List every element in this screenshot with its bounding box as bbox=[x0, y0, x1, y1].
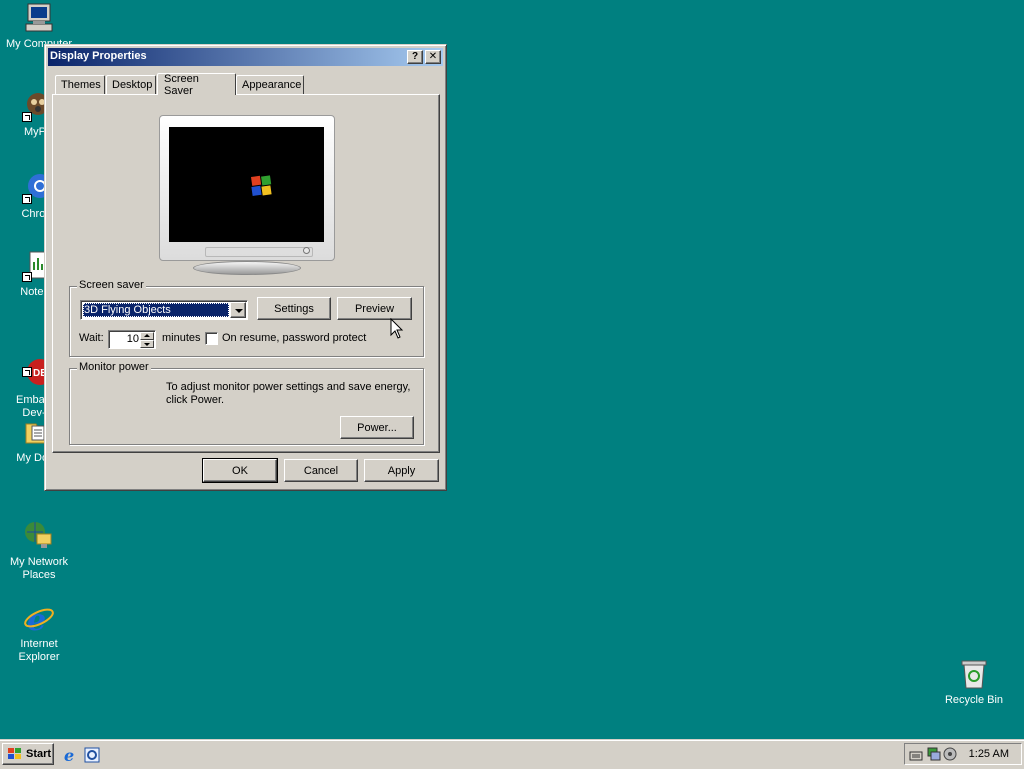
chevron-down-icon[interactable] bbox=[230, 302, 246, 318]
start-label: Start bbox=[26, 748, 52, 760]
screen-saver-group: Screen saver 3D Flying Objects Settings … bbox=[69, 279, 424, 357]
windows-logo-icon bbox=[8, 748, 21, 759]
password-protect-label[interactable]: On resume, password protect bbox=[222, 332, 366, 344]
spin-down-icon[interactable] bbox=[140, 340, 154, 348]
preview-screen bbox=[169, 127, 324, 242]
keyboard-icon[interactable] bbox=[909, 748, 923, 762]
system-tray: 1:25 AM bbox=[904, 743, 1022, 765]
svg-text:e: e bbox=[27, 603, 46, 634]
screen-saver-panel: Screen saver 3D Flying Objects Settings … bbox=[52, 94, 440, 453]
minutes-label: minutes bbox=[162, 332, 201, 344]
shortcut-arrow-icon bbox=[22, 272, 32, 282]
apply-button[interactable]: Apply bbox=[364, 459, 439, 482]
desktop-icon-label: Recycle Bin bbox=[944, 694, 1004, 706]
network-status-icon[interactable] bbox=[927, 747, 941, 761]
spin-up-icon[interactable] bbox=[140, 332, 154, 340]
monitor-stand bbox=[193, 261, 301, 275]
dialog-title: Display Properties bbox=[50, 50, 147, 62]
windows-flag-icon bbox=[251, 175, 272, 196]
wait-value: 10 bbox=[126, 333, 139, 345]
start-button[interactable]: Start bbox=[2, 743, 54, 765]
shortcut-arrow-icon bbox=[22, 112, 32, 122]
settings-button[interactable]: Settings bbox=[257, 297, 331, 320]
shortcut-arrow-icon bbox=[22, 367, 32, 377]
tab-screen-saver[interactable]: Screen Saver bbox=[157, 73, 236, 97]
cancel-button[interactable]: Cancel bbox=[284, 459, 358, 482]
title-bar[interactable]: Display Properties ? ✕ bbox=[48, 48, 443, 66]
screen-saver-select[interactable]: 3D Flying Objects bbox=[80, 300, 248, 320]
monitor-bezel bbox=[205, 247, 313, 257]
desktop-icon-recycle-bin[interactable]: Recycle Bin bbox=[936, 658, 1012, 707]
power-button[interactable]: Power... bbox=[340, 416, 414, 439]
recycle-bin-icon bbox=[958, 658, 990, 690]
password-protect-checkbox[interactable] bbox=[205, 332, 218, 345]
help-button[interactable]: ? bbox=[407, 50, 423, 64]
svg-text:e: e bbox=[64, 746, 74, 764]
monitor-power-group-label: Monitor power bbox=[77, 361, 151, 373]
taskbar-clock[interactable]: 1:25 AM bbox=[969, 748, 1009, 760]
taskbar: Start e 1:25 AM bbox=[0, 739, 1024, 769]
preview-button[interactable]: Preview bbox=[337, 297, 412, 320]
quicklaunch-internet-explorer-icon[interactable]: e bbox=[62, 746, 80, 764]
network-places-icon bbox=[23, 507, 55, 548]
monitor-power-description: To adjust monitor power settings and sav… bbox=[166, 381, 411, 406]
shortcut-arrow-icon bbox=[22, 194, 32, 204]
screen-saver-group-label: Screen saver bbox=[77, 279, 146, 291]
internet-explorer-icon: e bbox=[23, 589, 55, 638]
power-led-icon bbox=[303, 247, 310, 254]
tab-appearance[interactable]: Appearance bbox=[236, 75, 304, 94]
monitor-preview bbox=[159, 115, 335, 275]
monitor-power-group: Monitor power To adjust monitor power se… bbox=[69, 361, 424, 445]
computer-icon bbox=[23, 2, 55, 34]
mouse-pointer-icon bbox=[390, 318, 404, 339]
close-button[interactable]: ✕ bbox=[425, 50, 441, 64]
desktop-icon-label: Internet Explorer bbox=[18, 638, 60, 663]
tab-desktop[interactable]: Desktop bbox=[106, 75, 156, 94]
wait-label: Wait: bbox=[79, 332, 104, 344]
wait-minutes-stepper[interactable]: 10 bbox=[108, 330, 156, 349]
quicklaunch-outlook-icon[interactable] bbox=[83, 746, 101, 764]
volume-icon[interactable] bbox=[943, 747, 957, 761]
display-properties-dialog: Display Properties ? ✕ Themes Desktop Sc… bbox=[44, 44, 447, 491]
screen-saver-selected: 3D Flying Objects bbox=[83, 303, 229, 317]
tab-themes[interactable]: Themes bbox=[55, 75, 105, 94]
desktop-icon-internet-explorer[interactable]: e Internet Explorer bbox=[1, 576, 77, 677]
ok-button[interactable]: OK bbox=[202, 458, 278, 483]
